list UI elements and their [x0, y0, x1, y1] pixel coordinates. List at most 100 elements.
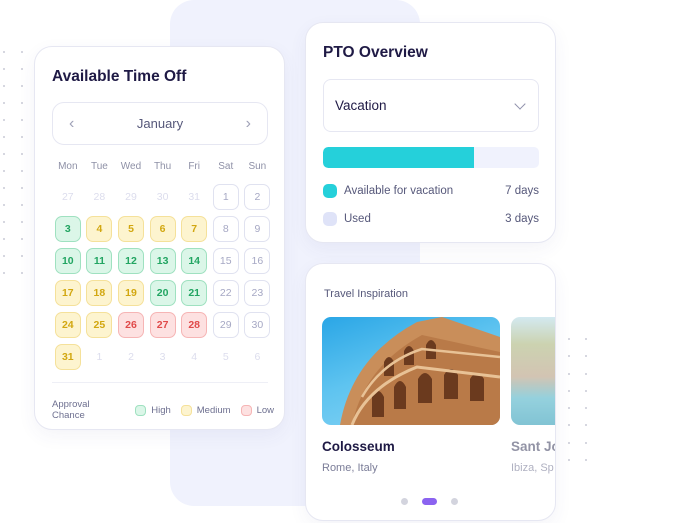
decorative-dot — [568, 441, 570, 444]
decorative-dot — [568, 389, 570, 392]
calendar-day-low[interactable]: 28 — [181, 312, 208, 338]
chevron-left-icon[interactable]: ‹ — [69, 115, 74, 132]
available-color-icon — [323, 184, 337, 198]
available-time-off-card: Available Time Off ‹ January › Mon Tue W… — [34, 46, 285, 430]
weekday-label: Sun — [248, 161, 267, 172]
calendar-day-medium[interactable]: 24 — [54, 312, 81, 338]
card-title: Available Time Off — [52, 68, 187, 85]
calendar-day-medium[interactable]: 31 — [54, 344, 81, 370]
decorative-dot — [3, 204, 5, 206]
calendar-day-outside: 29 — [125, 191, 137, 203]
destination-name: Sant Jo — [511, 439, 556, 454]
decorative-dot — [3, 68, 5, 70]
legend-item-low: Low — [240, 404, 274, 416]
calendar-day-high[interactable]: 13 — [149, 248, 176, 274]
decorative-dot — [585, 407, 587, 410]
decorative-dot — [585, 338, 587, 340]
pto-type-select[interactable]: Vacation — [323, 79, 539, 132]
calendar-day-medium[interactable]: 17 — [54, 280, 81, 306]
calendar-day-low[interactable]: 27 — [149, 312, 176, 338]
chevron-right-icon[interactable]: › — [246, 115, 251, 132]
legend-text: High — [151, 404, 171, 416]
calendar-day-free[interactable]: 15 — [212, 248, 239, 274]
decorative-dot — [568, 459, 570, 462]
calendar-day-free[interactable]: 1 — [212, 184, 239, 210]
calendar-day-medium[interactable]: 25 — [86, 312, 113, 338]
weekday-label: Wed — [120, 161, 142, 172]
weekday-label: Tue — [90, 161, 108, 172]
calendar-day-outside: 6 — [254, 351, 261, 363]
calendar-day-medium[interactable]: 6 — [149, 216, 176, 242]
calendar-day-outside: 5 — [222, 351, 229, 363]
decorative-dot — [3, 85, 5, 87]
calendar-day-medium[interactable]: 7 — [181, 216, 208, 242]
destination-name: Colosseum — [322, 439, 395, 454]
decorative-dot — [21, 51, 23, 53]
calendar-day-high[interactable]: 20 — [149, 280, 176, 306]
colosseum-illustration — [340, 317, 500, 425]
colosseum-photo — [322, 317, 500, 425]
decorative-dot — [585, 372, 587, 375]
calendar-day-high[interactable]: 10 — [54, 248, 81, 274]
calendar-day-high[interactable]: 21 — [181, 280, 208, 306]
decorative-dot — [3, 102, 5, 104]
decorative-dot — [585, 459, 587, 462]
calendar-day-medium[interactable]: 5 — [117, 216, 144, 242]
decorative-dot — [3, 238, 5, 240]
calendar-day-free[interactable]: 16 — [244, 248, 271, 274]
legend-label: Approval Chance — [52, 399, 90, 421]
decorative-dot — [585, 424, 587, 427]
decorative-dot — [3, 119, 5, 121]
calendar-day-free[interactable]: 23 — [244, 280, 271, 306]
calendar-day-high[interactable]: 3 — [54, 216, 81, 242]
decorative-dot — [21, 153, 23, 155]
calendar-day-outside: 31 — [188, 191, 201, 203]
calendar-day-free[interactable]: 22 — [212, 280, 239, 306]
decorative-dot — [21, 102, 23, 104]
divider — [52, 382, 268, 383]
progress-fill — [323, 147, 475, 168]
calendar-day-outside: 30 — [156, 191, 169, 203]
month-navigator: ‹ January › — [52, 102, 268, 145]
decorative-dot — [21, 119, 23, 121]
weekday-label: Mon — [58, 161, 78, 172]
decorative-dot — [21, 272, 23, 274]
destination-slide[interactable]: Colosseum Rome, Italy — [322, 317, 500, 474]
calendar-day-free[interactable]: 9 — [244, 216, 271, 242]
calendar-day-medium[interactable]: 19 — [117, 280, 144, 306]
calendar-day-medium[interactable]: 4 — [86, 216, 113, 242]
stat-value: 3 days — [505, 213, 539, 225]
stat-row-used: Used 3 days — [323, 212, 539, 226]
weekday-label: Sat — [218, 161, 234, 172]
decorative-dot — [21, 221, 23, 223]
decorative-dot — [3, 187, 5, 189]
calendar-day-free[interactable]: 2 — [244, 184, 271, 210]
decorative-dot — [3, 272, 5, 274]
decorative-dot — [21, 255, 23, 257]
calendar-day-outside: 3 — [159, 351, 166, 363]
calendar-day-free[interactable]: 30 — [244, 312, 271, 338]
pager-dot[interactable] — [451, 498, 458, 505]
decorative-dot — [21, 187, 23, 189]
calendar-day-high[interactable]: 12 — [117, 248, 144, 274]
low-swatch-icon — [240, 404, 252, 416]
decorative-dot — [3, 51, 5, 53]
calendar-day-free[interactable]: 29 — [212, 312, 239, 338]
card-title: PTO Overview — [323, 44, 428, 61]
legend-item-high: High — [135, 404, 171, 416]
calendar-days-grid: 27 28 29 30 31 1 2 3 4 5 6 7 8 9 10 11 12 13 14 15 16 17 18 19 2… — [52, 184, 273, 376]
destination-slide[interactable]: Sant Jo Ibiza, Sp — [511, 317, 556, 474]
card-title: Travel Inspiration — [324, 288, 408, 300]
calendar-day-free[interactable]: 8 — [212, 216, 239, 242]
decorative-dot — [585, 389, 587, 392]
legend-text: Medium — [196, 404, 231, 416]
calendar-day-high[interactable]: 11 — [86, 248, 113, 274]
calendar-day-medium[interactable]: 18 — [86, 280, 113, 306]
destination-location: Rome, Italy — [322, 462, 378, 474]
pager-dot[interactable] — [401, 498, 408, 505]
pto-progress-bar — [323, 147, 539, 168]
pager-dot-active[interactable] — [422, 498, 437, 505]
calendar-day-low[interactable]: 26 — [117, 312, 144, 338]
calendar-day-high[interactable]: 14 — [181, 248, 208, 274]
decorative-dot-grid-right — [568, 338, 602, 476]
